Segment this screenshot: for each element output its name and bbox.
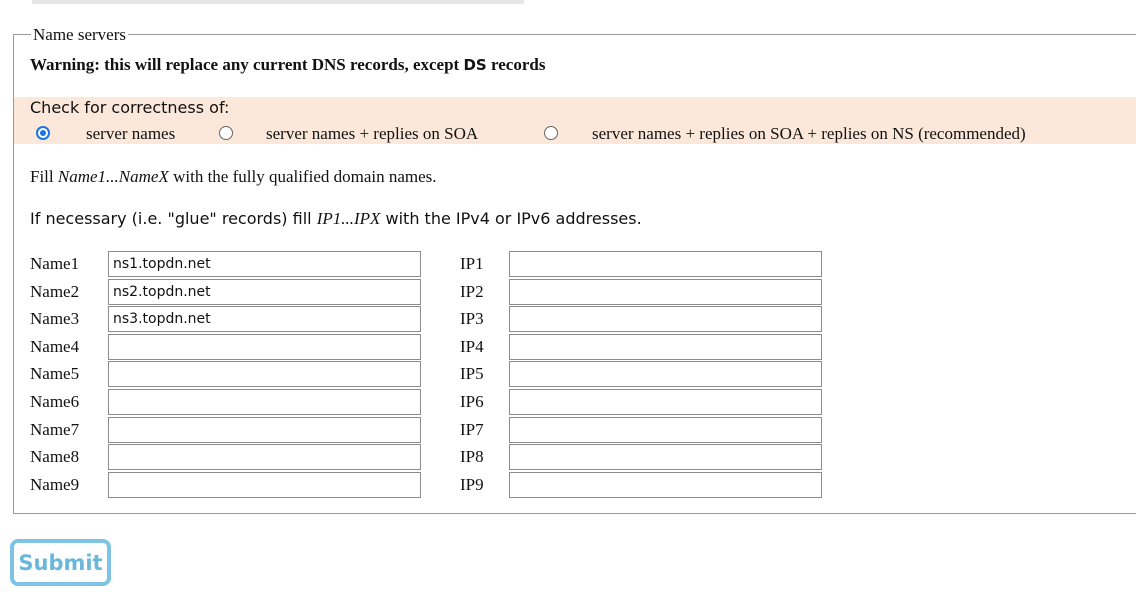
ip-label: IP1 xyxy=(460,254,484,273)
ip-label: IP7 xyxy=(460,420,484,439)
correctness-check-panel: Check for correctness of: server names s… xyxy=(14,97,1136,144)
top-scroll-bar xyxy=(32,0,524,4)
name-input[interactable] xyxy=(108,334,421,360)
warning-ds-code: DS xyxy=(463,56,487,74)
ip-label: IP9 xyxy=(460,475,484,494)
ip-input[interactable] xyxy=(509,472,822,498)
radio-server-names[interactable] xyxy=(36,126,50,140)
name-input[interactable] xyxy=(108,306,421,332)
name-input[interactable] xyxy=(108,417,421,443)
name-input[interactable] xyxy=(108,472,421,498)
name-label: Name6 xyxy=(30,392,80,411)
name-input[interactable] xyxy=(108,361,421,387)
name-input[interactable] xyxy=(108,444,421,470)
name-label: Name8 xyxy=(30,447,80,466)
radio-label-replies-soa: server names + replies on SOA xyxy=(266,124,479,143)
warning-suffix: records xyxy=(486,55,546,74)
radio-label-replies-soa-ns: server names + replies on SOA + replies … xyxy=(592,124,1026,143)
check-label: Check for correctness of: xyxy=(30,98,230,117)
ip-label: IP6 xyxy=(460,392,484,411)
name-label: Name4 xyxy=(30,337,80,356)
name-input[interactable] xyxy=(108,389,421,415)
name-label: Name3 xyxy=(30,309,80,328)
ip-label: IP2 xyxy=(460,282,484,301)
name-input[interactable] xyxy=(108,279,421,305)
fill-ips-instruction: If necessary (i.e. "glue" records) fill … xyxy=(30,209,642,229)
name-label: Name7 xyxy=(30,420,80,439)
radio-replies-soa[interactable] xyxy=(219,126,233,140)
radio-label-server-names: server names xyxy=(86,124,176,143)
name-label: Name2 xyxy=(30,282,80,301)
ip-input[interactable] xyxy=(509,444,822,470)
ip-input[interactable] xyxy=(509,251,822,277)
fill-names-post: with the fully qualified domain names. xyxy=(168,167,437,186)
radio-replies-soa-ns[interactable] xyxy=(544,126,558,140)
fieldset-legend: Name servers xyxy=(31,25,128,44)
ip-label: IP4 xyxy=(460,337,484,356)
warning-text: Warning: this will replace any current D… xyxy=(30,55,545,75)
ip-input[interactable] xyxy=(509,417,822,443)
ip-input[interactable] xyxy=(509,279,822,305)
name-label: Name1 xyxy=(30,254,80,273)
ip-input[interactable] xyxy=(509,361,822,387)
fill-ips-post: with the IPv4 or IPv6 addresses. xyxy=(380,209,642,228)
name-label: Name5 xyxy=(30,364,80,383)
fill-names-em: Name1...NameX xyxy=(57,167,169,186)
ip-input[interactable] xyxy=(509,306,822,332)
fill-names-pre: Fill xyxy=(30,167,58,186)
ip-label: IP3 xyxy=(460,309,484,328)
name-label: Name9 xyxy=(30,475,80,494)
submit-button[interactable]: Submit xyxy=(10,539,111,586)
ip-label: IP8 xyxy=(460,447,484,466)
ip-input[interactable] xyxy=(509,334,822,360)
name-input[interactable] xyxy=(108,251,421,277)
ip-label: IP5 xyxy=(460,364,484,383)
warning-prefix: Warning: this will replace any current D… xyxy=(30,55,464,74)
fill-ips-em: IP1...IPX xyxy=(316,209,381,228)
fill-ips-pre: If necessary (i.e. "glue" records) fill xyxy=(30,209,317,228)
ip-input[interactable] xyxy=(509,389,822,415)
fill-names-instruction: Fill Name1...NameX with the fully qualif… xyxy=(30,167,437,187)
